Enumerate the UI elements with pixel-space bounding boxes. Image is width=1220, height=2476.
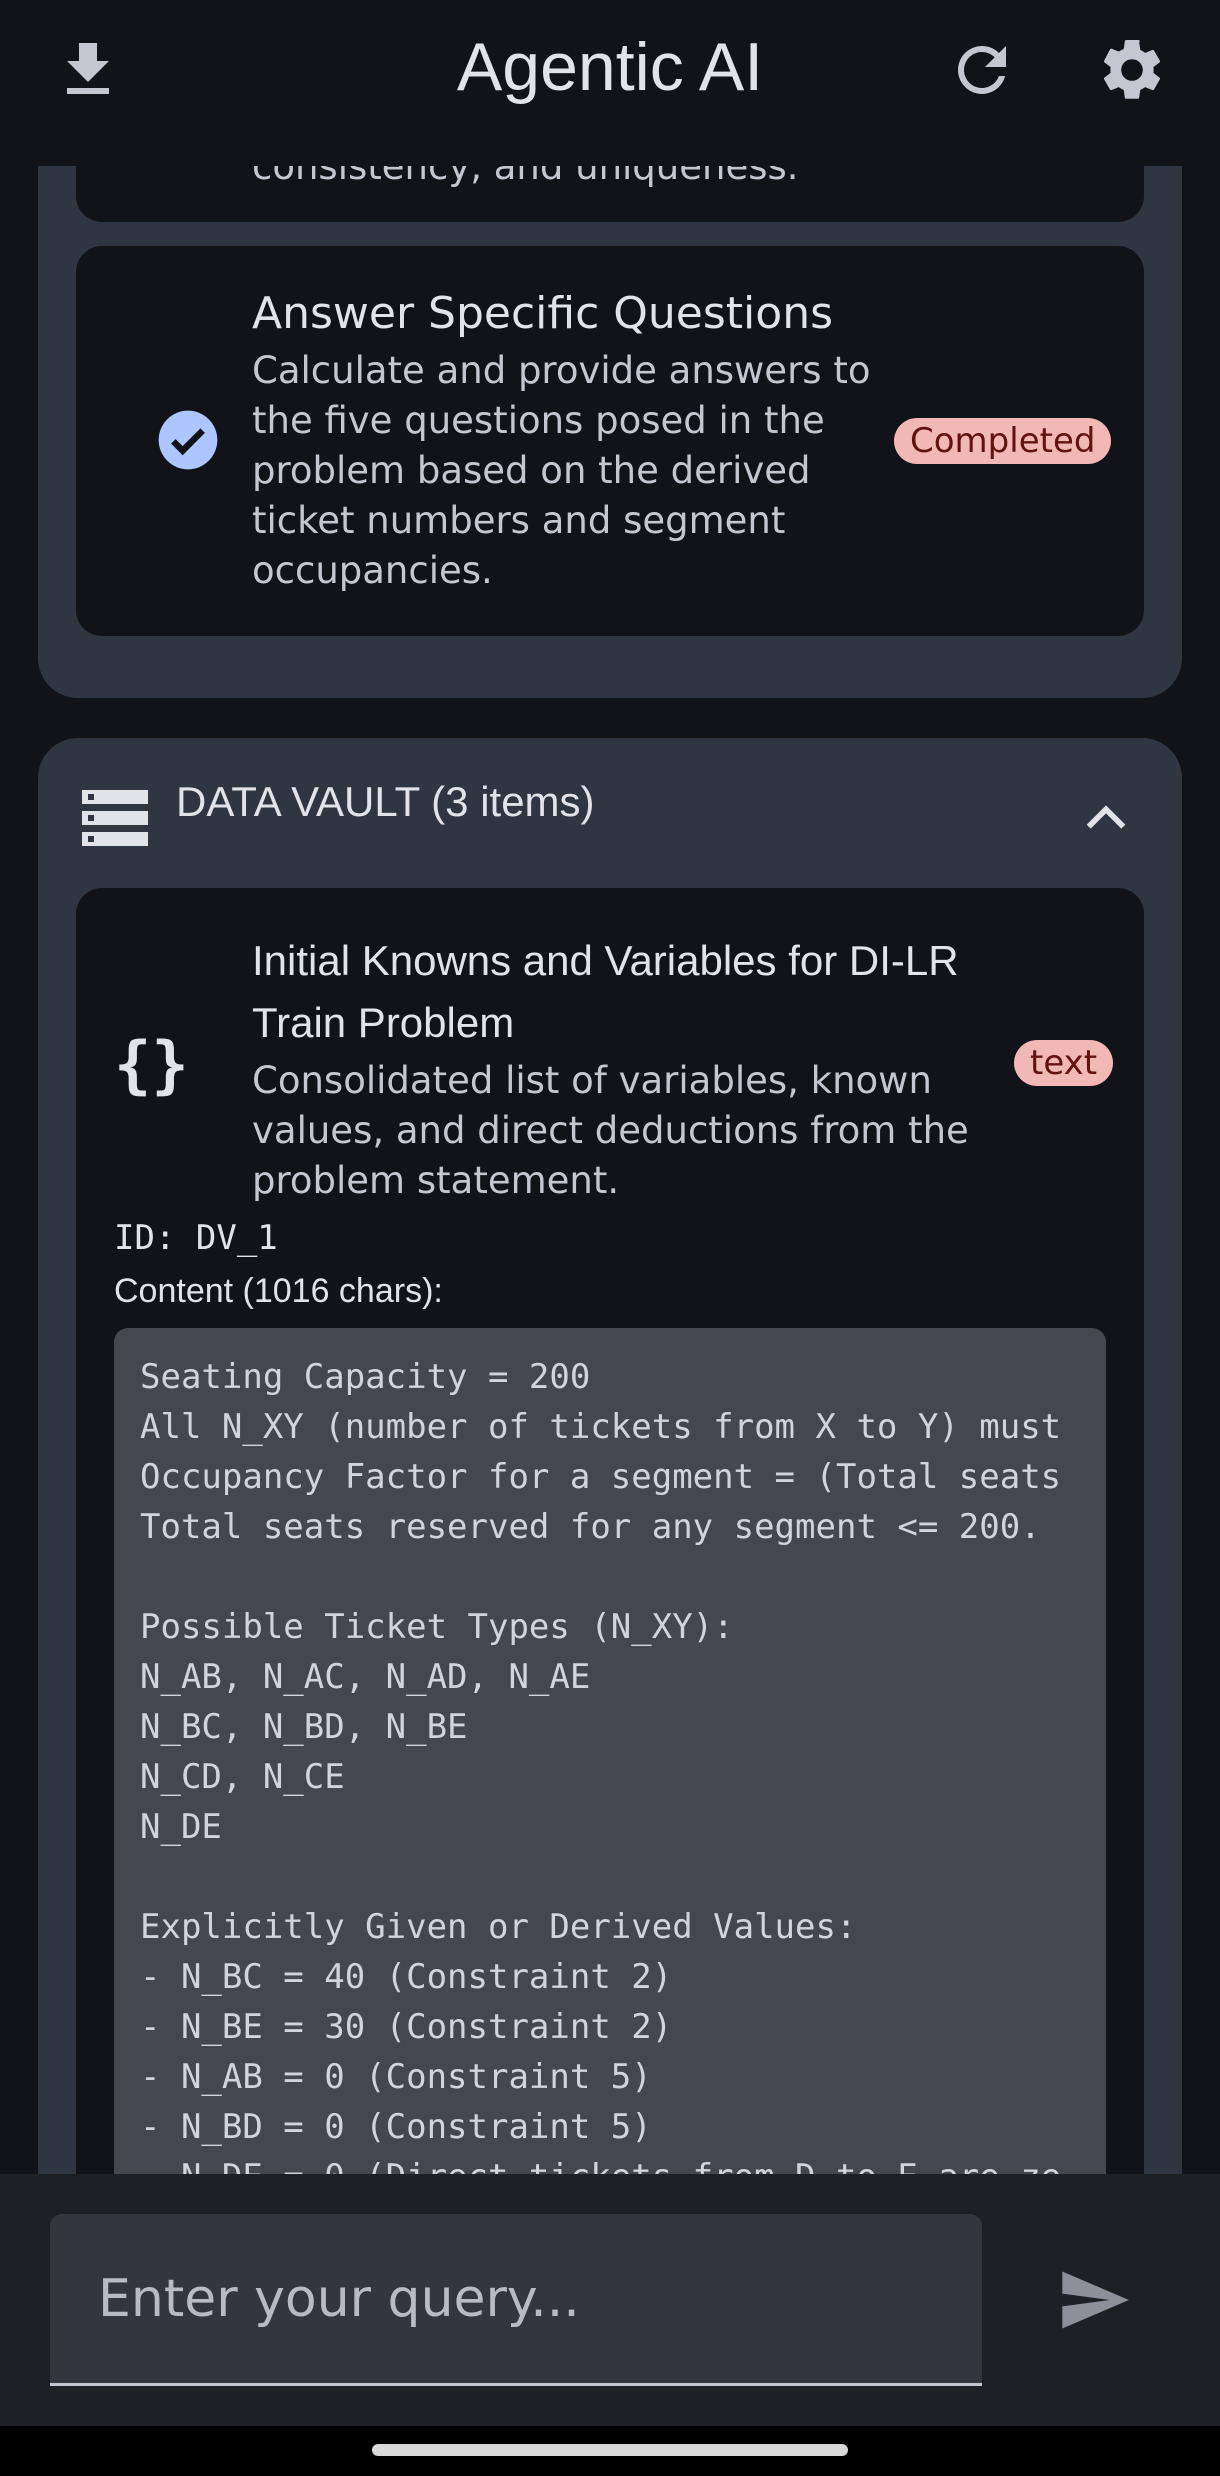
vault-item-description: Consolidated list of variables, known va… [252, 1059, 969, 1202]
task-plan-panel: consistency, and uniqueness. Answer Spec… [38, 166, 1182, 698]
storage-icon [82, 790, 148, 848]
app-title: Agentic AI [456, 29, 764, 105]
data-vault-title: DATA VAULT (3 items) [176, 778, 595, 825]
send-icon[interactable] [1056, 2262, 1132, 2338]
vault-item-content-box[interactable]: Seating Capacity = 200 All N_XY (number … [114, 1328, 1106, 2174]
task-card-previous: consistency, and uniqueness. [76, 166, 1144, 222]
query-bar [0, 2174, 1220, 2426]
vault-item-content-label: Content (1016 chars): [114, 1272, 443, 1310]
query-input[interactable] [50, 2214, 982, 2383]
braces-icon: {} [114, 1028, 189, 1101]
home-handle[interactable] [372, 2444, 848, 2456]
vault-item-content: Seating Capacity = 200 All N_XY (number … [140, 1357, 1062, 2174]
vault-item-id: ID: DV_1 [114, 1218, 278, 1258]
data-vault-panel: DATA VAULT (3 items) {} Initial Knowns a… [38, 738, 1182, 2174]
check-circle-icon [156, 408, 220, 472]
gear-icon[interactable] [1096, 34, 1168, 106]
top-app-bar: Agentic AI [0, 0, 1220, 166]
status-badge: Completed [894, 418, 1112, 464]
task-title: Answer Specific Questions [252, 288, 834, 339]
vault-item-title: Initial Knowns and Variables for DI-LR T… [252, 937, 959, 1046]
system-nav-bar [0, 2426, 1220, 2476]
vault-item-card: {} Initial Knowns and Variables for DI-L… [76, 888, 1144, 2174]
query-field[interactable] [50, 2214, 982, 2386]
content-scroll-area[interactable]: consistency, and uniqueness. Answer Spec… [0, 166, 1220, 2174]
type-badge: text [1014, 1040, 1114, 1086]
chevron-up-icon[interactable] [1080, 792, 1132, 844]
task-description: consistency, and uniqueness. [252, 166, 799, 188]
task-card-answer-questions: Answer Specific Questions Calculate and … [76, 246, 1144, 636]
task-description: Calculate and provide answers to the fiv… [252, 349, 871, 592]
refresh-icon[interactable] [946, 34, 1018, 106]
